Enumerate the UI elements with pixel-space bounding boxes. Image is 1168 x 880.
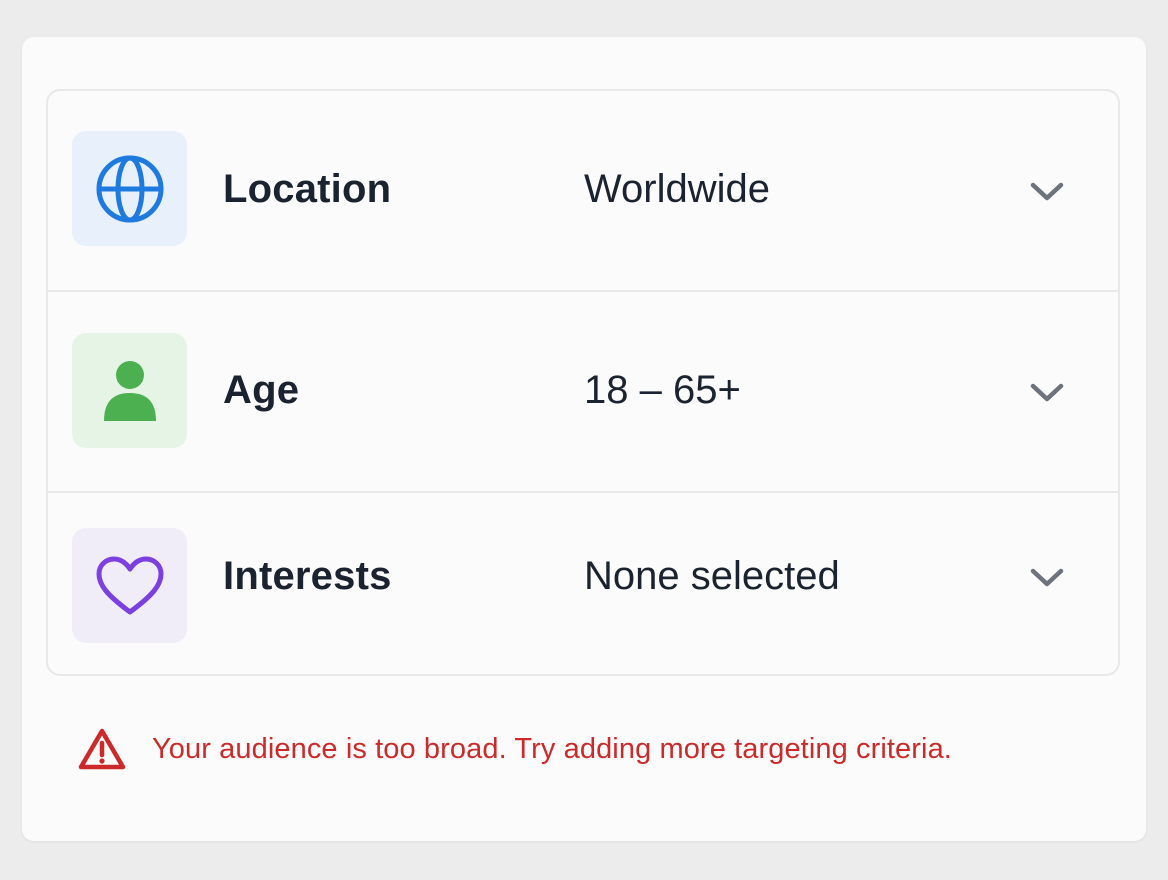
- warning-icon: [78, 728, 126, 770]
- interests-label: Interests: [223, 554, 392, 598]
- interests-row[interactable]: Interests None selected: [48, 493, 1118, 674]
- chevron-down-icon[interactable]: [1028, 381, 1066, 403]
- location-icon-box: [72, 131, 187, 246]
- chevron-down-icon[interactable]: [1028, 180, 1066, 202]
- chevron-down-icon[interactable]: [1028, 566, 1066, 588]
- location-label: Location: [223, 167, 392, 211]
- interests-value: None selected: [584, 554, 840, 598]
- interests-icon-box: [72, 528, 187, 643]
- warning-message: Your audience is too broad. Try adding m…: [78, 727, 952, 771]
- age-row[interactable]: Age 18 – 65+: [48, 292, 1118, 493]
- heart-icon: [96, 556, 163, 614]
- location-value: Worldwide: [584, 167, 770, 211]
- targeting-panel: Location Worldwide Age 18 – 65+ Interest…: [46, 89, 1120, 676]
- age-label: Age: [223, 368, 300, 412]
- age-icon-box: [72, 333, 187, 448]
- audience-card: Location Worldwide Age 18 – 65+ Interest…: [22, 37, 1146, 841]
- age-value: 18 – 65+: [584, 368, 741, 412]
- globe-icon: [96, 155, 163, 222]
- location-row[interactable]: Location Worldwide: [48, 91, 1118, 292]
- person-icon: [103, 360, 156, 421]
- warning-text: Your audience is too broad. Try adding m…: [152, 732, 952, 765]
